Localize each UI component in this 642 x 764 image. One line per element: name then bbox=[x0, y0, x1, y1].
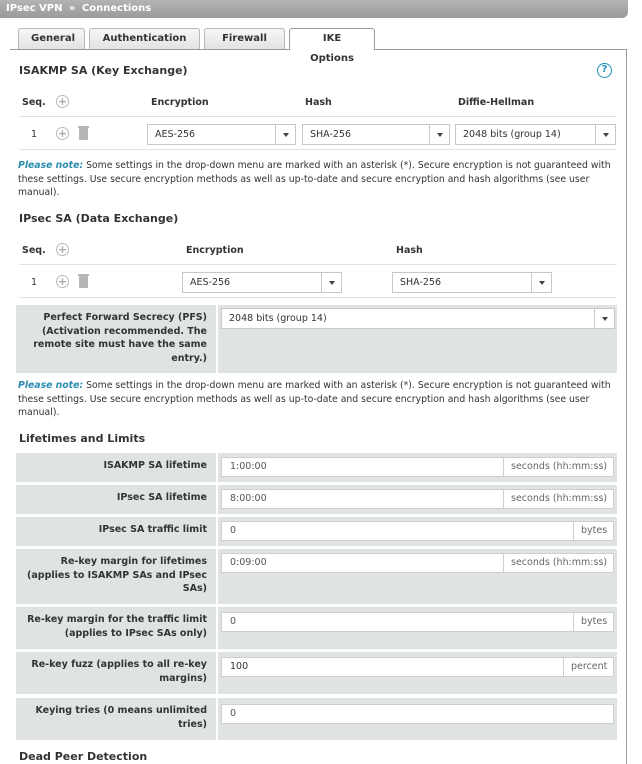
rekey-margin-lifetimes-label-line-2: (applies to ISAKMP SAs and IPsec bbox=[27, 569, 207, 581]
isakmp-row-seq: 1 bbox=[31, 129, 38, 140]
isakmp-seq-header: Seq. bbox=[22, 97, 46, 108]
note-prefix: Please note: bbox=[18, 380, 84, 391]
rekey-margin-lifetimes-unit: seconds (hh:mm:ss) bbox=[504, 553, 614, 573]
note-line-1: Some settings in the drop-down menu are … bbox=[83, 380, 611, 391]
breadcrumb: IPsec VPN » Connections bbox=[0, 0, 628, 18]
ipsec-seq-header: Seq. bbox=[22, 245, 46, 256]
note-line-2: these settings. Use secure encryption me… bbox=[18, 173, 590, 185]
rekey-fuzz-label: Re-key fuzz (applies to all re-key margi… bbox=[16, 652, 216, 694]
ipsec-traffic-limit-label: IPsec SA traffic limit bbox=[16, 517, 216, 546]
rekey-margin-lifetimes-label-line-3: SAs) bbox=[182, 583, 207, 594]
chevron-down-icon bbox=[594, 309, 614, 328]
rekey-fuzz-label-line-1: Re-key fuzz (applies to all re-key bbox=[31, 659, 207, 670]
add-isakmp-row-icon[interactable]: + bbox=[56, 127, 69, 140]
rekey-margin-lifetimes-label: Re-key margin for lifetimes (applies to … bbox=[16, 549, 216, 604]
isakmp-dh-header: Diffie-Hellman bbox=[458, 97, 535, 108]
ipsec-traffic-limit-input[interactable]: 0 bbox=[221, 521, 574, 541]
ipsec-row-seq: 1 bbox=[31, 277, 38, 288]
pfs-label-line-1: Perfect Forward Secrecy (PFS) bbox=[43, 312, 207, 323]
pfs-label-line-4: entry.) bbox=[171, 352, 207, 364]
trash-icon[interactable] bbox=[78, 126, 89, 143]
tab-ike-options[interactable]: IKE Options bbox=[289, 28, 375, 64]
ipsec-traffic-limit-unit: bytes bbox=[574, 521, 614, 541]
ipsec-encryption-select[interactable]: AES-256 bbox=[182, 272, 342, 293]
keying-tries-label: Keying tries (0 means unlimited tries) bbox=[16, 698, 216, 740]
ipsec-traffic-limit-label-text: IPsec SA traffic limit bbox=[98, 524, 207, 535]
help-icon[interactable]: ? bbox=[597, 63, 612, 78]
table-divider bbox=[19, 297, 617, 298]
isakmp-dh-select[interactable]: 2048 bits (group 14) bbox=[455, 124, 616, 145]
rekey-fuzz-input[interactable]: 100 bbox=[221, 657, 564, 677]
pfs-value: 2048 bits (group 14) bbox=[229, 313, 327, 324]
chevron-down-icon bbox=[321, 273, 341, 292]
table-divider bbox=[19, 149, 617, 150]
ipsec-lifetime-label-text: IPsec SA lifetime bbox=[116, 492, 207, 503]
pfs-select[interactable]: 2048 bits (group 14) bbox=[221, 308, 615, 329]
ipsec-lifetime-label: IPsec SA lifetime bbox=[16, 485, 216, 514]
chevron-down-icon bbox=[531, 273, 551, 292]
keying-tries-label-line-2: tries) bbox=[178, 718, 207, 730]
rekey-margin-lifetimes-label-line-1: Re-key margin for lifetimes bbox=[60, 556, 207, 567]
table-divider bbox=[19, 264, 617, 265]
add-ipsec-proposal-icon[interactable]: + bbox=[56, 243, 69, 256]
lifetimes-section-title: Lifetimes and Limits bbox=[19, 432, 146, 445]
chevron-down-icon bbox=[429, 125, 449, 144]
rekey-margin-lifetimes-input[interactable]: 0:09:00 bbox=[221, 553, 504, 573]
note-line-3: manual). bbox=[18, 407, 60, 418]
add-ipsec-row-icon[interactable]: + bbox=[56, 275, 69, 288]
table-divider bbox=[19, 116, 617, 117]
encryption-note: Please note: Some settings in the drop-d… bbox=[18, 159, 618, 200]
isakmp-hash-header: Hash bbox=[305, 97, 332, 108]
rekey-margin-traffic-label-line-2: (applies to IPsec SAs only) bbox=[64, 627, 207, 639]
isakmp-hash-value: SHA-256 bbox=[310, 129, 352, 140]
isakmp-dh-value: 2048 bits (group 14) bbox=[463, 129, 561, 140]
isakmp-section-title: ISAKMP SA (Key Exchange) bbox=[19, 64, 188, 77]
tab-panel-border-right bbox=[626, 49, 627, 764]
trash-icon[interactable] bbox=[78, 274, 89, 291]
ipsec-hash-select[interactable]: SHA-256 bbox=[392, 272, 552, 293]
tab-bar: General Authentication Firewall IKE Opti… bbox=[18, 28, 379, 64]
ipsec-lifetime-input[interactable]: 8:00:00 bbox=[221, 489, 504, 509]
encryption-note-2: Please note: Some settings in the drop-d… bbox=[18, 379, 618, 420]
rekey-margin-traffic-label: Re-key margin for the traffic limit (app… bbox=[16, 607, 216, 649]
rekey-margin-traffic-label-line-1: Re-key margin for the traffic limit bbox=[27, 614, 207, 625]
tab-general[interactable]: General bbox=[18, 28, 85, 49]
ipsec-hash-value: SHA-256 bbox=[400, 277, 442, 288]
keying-tries-label-line-1: Keying tries (0 means unlimited bbox=[35, 705, 207, 716]
rekey-margin-traffic-input[interactable]: 0 bbox=[221, 612, 574, 632]
dpd-section-title: Dead Peer Detection bbox=[19, 750, 148, 763]
isakmp-encryption-value: AES-256 bbox=[155, 129, 196, 140]
add-isakmp-proposal-icon[interactable]: + bbox=[56, 95, 69, 108]
isakmp-lifetime-input[interactable]: 1:00:00 bbox=[221, 457, 504, 477]
isakmp-encryption-select[interactable]: AES-256 bbox=[147, 124, 296, 145]
pfs-label-line-2: (Activation recommended. The bbox=[41, 325, 207, 337]
rekey-fuzz-label-line-2: margins) bbox=[159, 672, 207, 684]
ipsec-section-title: IPsec SA (Data Exchange) bbox=[19, 212, 179, 225]
keying-tries-input[interactable]: 0 bbox=[221, 704, 614, 724]
ipsec-encryption-header: Encryption bbox=[186, 245, 244, 256]
ipsec-hash-header: Hash bbox=[396, 245, 423, 256]
note-line-2: these settings. Use secure encryption me… bbox=[18, 393, 590, 405]
rekey-fuzz-unit: percent bbox=[564, 657, 614, 677]
isakmp-encryption-header: Encryption bbox=[151, 97, 209, 108]
isakmp-hash-select[interactable]: SHA-256 bbox=[302, 124, 450, 145]
chevron-down-icon bbox=[275, 125, 295, 144]
breadcrumb-item-ipsec-vpn[interactable]: IPsec VPN bbox=[6, 3, 62, 14]
breadcrumb-separator: » bbox=[68, 3, 76, 14]
isakmp-lifetime-unit: seconds (hh:mm:ss) bbox=[504, 457, 614, 477]
note-prefix: Please note: bbox=[18, 160, 84, 171]
ipsec-encryption-value: AES-256 bbox=[190, 277, 231, 288]
ipsec-lifetime-unit: seconds (hh:mm:ss) bbox=[504, 489, 614, 509]
pfs-label: Perfect Forward Secrecy (PFS) (Activatio… bbox=[16, 305, 216, 373]
pfs-label-line-3: remote site must have the same bbox=[33, 339, 207, 350]
note-line-3: manual). bbox=[18, 187, 60, 198]
note-line-1: Some settings in the drop-down menu are … bbox=[83, 160, 611, 171]
rekey-margin-traffic-unit: bytes bbox=[574, 612, 614, 632]
tab-authentication[interactable]: Authentication bbox=[89, 28, 200, 49]
breadcrumb-item-connections[interactable]: Connections bbox=[82, 3, 151, 14]
chevron-down-icon bbox=[595, 125, 615, 144]
tab-firewall[interactable]: Firewall bbox=[204, 28, 285, 49]
isakmp-lifetime-label-text: ISAKMP SA lifetime bbox=[103, 460, 207, 471]
isakmp-lifetime-label: ISAKMP SA lifetime bbox=[16, 453, 216, 482]
